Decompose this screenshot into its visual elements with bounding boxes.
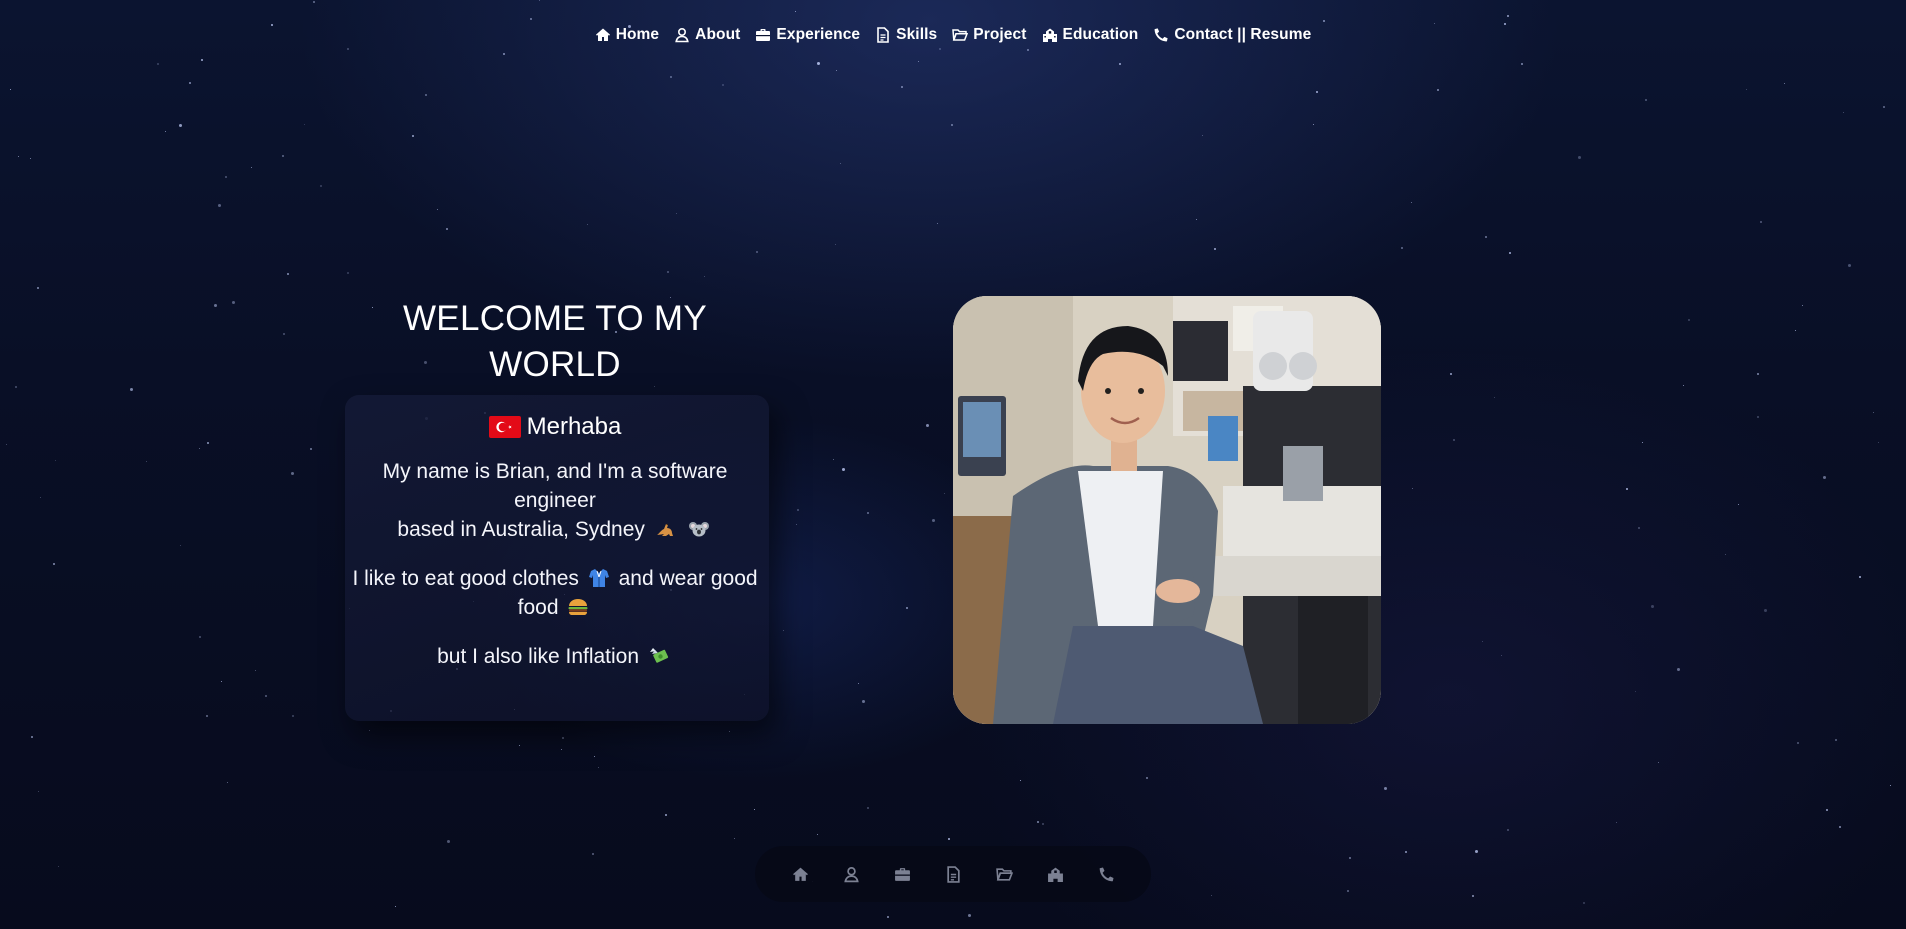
nav-about-label: About <box>695 26 741 43</box>
home-icon[interactable] <box>792 866 809 883</box>
inflation-line: but I also like Inflation <box>345 642 765 671</box>
intro-card <box>345 395 769 721</box>
nav-about[interactable]: About <box>674 26 740 44</box>
bottom-navigation <box>755 846 1151 902</box>
briefcase-icon[interactable] <box>894 866 911 883</box>
shirt-icon <box>588 568 610 588</box>
intro-line-1: My name is Brian, and I'm a software eng… <box>382 460 728 512</box>
nav-education[interactable]: Education <box>1042 26 1139 44</box>
portrait-photo <box>953 296 1381 724</box>
nav-education-label: Education <box>1062 26 1139 43</box>
user-icon <box>674 27 690 43</box>
home-icon <box>595 27 611 43</box>
nav-skills-label: Skills <box>896 26 938 43</box>
inflation-text: but I also like Inflation <box>437 645 640 668</box>
page-title: WELCOME TO MY WORLD <box>402 299 708 384</box>
turkey-flag-icon <box>488 416 521 438</box>
hobbies-line: I like to eat good clothes <box>352 567 579 590</box>
user-icon[interactable] <box>843 866 860 883</box>
intro-paragraph: My name is Brian, and I'm a software eng… <box>345 457 765 544</box>
nav-contact-resume-label: Contact || Resume <box>1174 26 1312 43</box>
burger-icon <box>567 597 589 617</box>
school-icon[interactable] <box>1047 866 1064 883</box>
intro-line-2: based in Australia, Sydney <box>397 518 645 541</box>
hobbies-paragraph: I like to eat good clothes and wear good… <box>345 564 765 622</box>
nav-experience[interactable]: Experience <box>755 26 860 44</box>
nav-project[interactable]: Project <box>952 26 1026 44</box>
briefcase-icon <box>755 27 771 43</box>
money-wings-icon <box>648 646 670 666</box>
file-icon[interactable] <box>945 865 962 883</box>
nav-contact-resume[interactable]: Contact || Resume <box>1153 26 1311 44</box>
folder-icon <box>952 27 969 43</box>
nav-experience-label: Experience <box>776 26 861 43</box>
nav-home[interactable]: Home <box>595 26 659 44</box>
phone-icon <box>1153 27 1169 43</box>
nav-home-label: Home <box>615 26 660 43</box>
file-icon <box>875 27 891 43</box>
top-navigation: Home About Experience Skills Project Edu… <box>0 26 1906 44</box>
phone-icon[interactable] <box>1098 866 1115 883</box>
kangaroo-icon <box>654 519 676 539</box>
school-icon <box>1042 27 1058 43</box>
nav-project-label: Project <box>973 26 1027 43</box>
greeting-text: Merhaba <box>526 413 622 440</box>
nav-skills[interactable]: Skills <box>875 26 937 44</box>
koala-icon <box>688 519 710 539</box>
folder-icon[interactable] <box>995 866 1013 883</box>
greeting: Merhaba <box>345 413 765 441</box>
